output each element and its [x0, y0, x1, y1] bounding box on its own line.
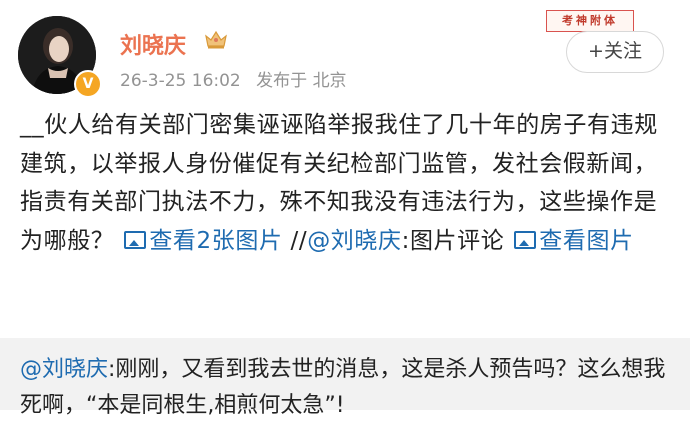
view-image-label: 查看图片 — [539, 227, 634, 254]
divider — [0, 326, 690, 338]
post-location: 北京 — [312, 71, 347, 91]
crown-icon — [205, 30, 227, 49]
post-meta: 26-3-25 16:02 发布于 北京 — [120, 66, 347, 91]
post-location-prefix: 发布于 — [256, 71, 308, 91]
username[interactable]: 刘晓庆 — [120, 28, 186, 60]
post-timestamp: 26-3-25 16:02 — [120, 71, 241, 91]
view-images-link[interactable]: 查看2张图片 — [122, 228, 282, 254]
quoted-post[interactable]: @刘晓庆:刚刚，又看到我去世的消息，这是杀人预告吗？这么想我死啊，“本是同根生,… — [0, 338, 690, 418]
verified-badge-icon: V — [74, 70, 102, 98]
view-image-link[interactable]: 查看图片 — [512, 228, 633, 254]
repost-prefix: // — [290, 227, 308, 254]
image-icon — [514, 230, 537, 249]
quoted-post-body: @刘晓庆:刚刚，又看到我去世的消息，这是杀人预告吗？这么想我死啊，“本是同根生,… — [20, 352, 670, 424]
image-icon — [124, 230, 147, 249]
watermark-stamp: 考神附体 — [546, 10, 634, 32]
repost-suffix: :图片评论 — [401, 227, 505, 254]
view-images-label: 查看2张图片 — [149, 227, 283, 254]
repost-mention-link[interactable]: @刘晓庆 — [307, 228, 401, 254]
quoted-mention-link[interactable]: @刘晓庆 — [20, 357, 108, 382]
quoted-text: :刚刚，又看到我去世的消息，这是杀人预告吗？这么想我死啊，“本是同根生,相煎何太… — [20, 357, 666, 418]
follow-button[interactable]: +关注 — [566, 31, 664, 73]
post-body: __伙人给有关部门密集诬诬陷举报我住了几十年的房子有违规建筑，以举报人身份催促有… — [20, 106, 670, 260]
